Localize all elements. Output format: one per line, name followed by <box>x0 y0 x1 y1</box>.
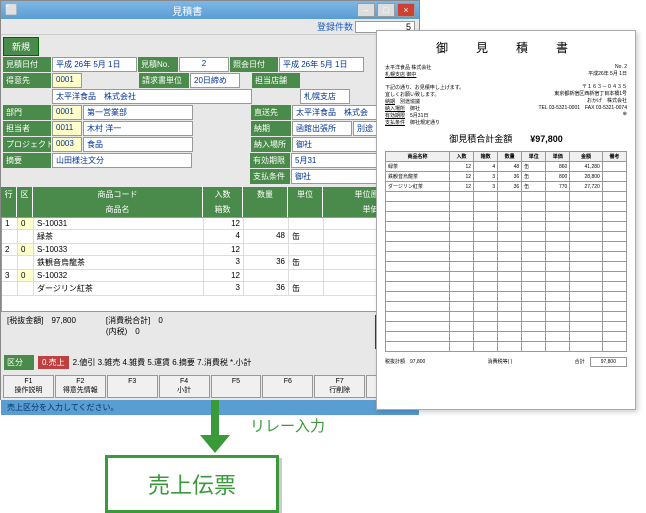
doc-intro2: 宜しくお願い致します。 <box>385 91 464 98</box>
titlebar: ⬜ 見積書 – □ × <box>1 1 419 19</box>
delivery-loc-field: 御社 <box>292 137 380 152</box>
fkey-F6[interactable]: F6 <box>262 375 313 398</box>
doc-dest: 札幌支店 <box>385 72 405 78</box>
grid-row-sub[interactable]: 緑茶 4 48 缶 860 <box>2 230 418 244</box>
kubun-label: 区分 <box>4 355 34 370</box>
person-name-field: 木村 洋一 <box>83 121 193 136</box>
pay-label: 支払条件 <box>250 169 290 184</box>
kubun-row: 区分 0.売上 2.値引 3.雑売 4.雑費 5.運賃 6.摘要 7.消費税 *… <box>1 352 419 373</box>
delivery-loc-label: 納入場所 <box>251 137 291 152</box>
est-date-field[interactable]: 平成 26年 5月 1日 <box>52 57 137 72</box>
direct-name-field: 太平洋食品 株式会 <box>292 105 382 120</box>
new-button[interactable]: 新規 <box>3 37 39 56</box>
gh-q1: 入数 <box>203 187 243 202</box>
doc-intro1: 下記の通り、お見積申し上げます。 <box>385 84 464 91</box>
kubun-options: 2.値引 3.雑売 4.雑費 5.運賃 6.摘要 7.消費税 *.小計 <box>73 357 252 368</box>
gh-qty: 数量 <box>243 187 288 217</box>
fkey-F7[interactable]: F7行削除 <box>314 375 365 398</box>
gh-row: 行 <box>1 187 17 217</box>
deliver-store-field: 函館出張所 <box>292 121 352 136</box>
window-title: 見積書 <box>17 3 357 18</box>
fkey-bar: F1操作説明F2得意先情報F3F4小計F5F6F7行削除F8行挿入 <box>1 373 419 400</box>
grid-row[interactable]: 2 0 S-10033 12 <box>2 244 418 256</box>
form-area: 新規 見積日付 平成 26年 5月 1日 見積No. 2 照会日付 平成 26年… <box>1 35 419 187</box>
uchi-value: 0 <box>135 327 139 336</box>
doc-table: 商品名称入数箱数 数量単位単価 金額備考 緑茶12448缶86041,280鉄観… <box>385 151 627 352</box>
inq-date-field[interactable]: 平成 26年 5月 1日 <box>279 57 364 72</box>
gh-q2: 箱数 <box>203 202 243 217</box>
inq-date-label: 照会日付 <box>230 57 278 72</box>
est-no-field[interactable]: 2 <box>179 57 229 72</box>
proj-name-field: 食品 <box>83 137 193 152</box>
summary-field[interactable]: 山田様注文分 <box>52 153 192 168</box>
deliver-label: 納期 <box>251 121 291 136</box>
grid-row[interactable]: 3 0 S-10032 12 <box>2 270 418 282</box>
relay-label: リレー入力 <box>250 415 325 436</box>
resp-store-field: 札幌支店 <box>300 89 350 104</box>
cust-label: 得意先 <box>3 73 51 88</box>
dept-label: 部門 <box>3 105 51 120</box>
doc-total-label: 御見積合計金額 <box>449 134 512 144</box>
app-icon: ⬜ <box>5 5 17 16</box>
toolbar: 登録件数 5 <box>1 19 419 35</box>
document-preview: 御 見 積 書 太平洋食品 株式会社 札幌支店 御中 下記の通り、お見積申し上げ… <box>376 30 636 410</box>
grid-row[interactable]: 1 0 S-10031 12 <box>2 218 418 230</box>
pay-field: 御社 <box>291 169 379 184</box>
minimize-icon[interactable]: – <box>357 3 375 17</box>
fkey-F4[interactable]: F4小計 <box>159 375 210 398</box>
estimate-window: ⬜ 見積書 – □ × 登録件数 5 新規 見積日付 平成 26年 5月 1日 … <box>0 0 420 400</box>
gh-unit: 単位 <box>288 187 323 217</box>
req-unit-field: 20日締め <box>190 73 240 88</box>
gh-name: 商品名 <box>33 202 203 217</box>
person-label: 担当者 <box>3 121 51 136</box>
dept-name-field: 第一営業部 <box>83 105 193 120</box>
zeinuki-value: 97,800 <box>51 316 75 325</box>
fkey-F2[interactable]: F2得意先情報 <box>55 375 106 398</box>
fkey-F3[interactable]: F3 <box>107 375 158 398</box>
cust-code-field[interactable]: 0001 <box>52 73 82 88</box>
proj-code-field[interactable]: 0003 <box>52 137 82 152</box>
close-icon[interactable]: × <box>397 3 415 17</box>
gh-kubun: 区 <box>17 187 33 217</box>
sales-slip-box: 売上伝票 <box>105 455 279 513</box>
proj-label: プロジェクト <box>3 137 51 152</box>
valid-field: 5月31 <box>291 153 379 168</box>
shohi-value: 0 <box>158 316 162 325</box>
shohi-label: [消費税合計] <box>106 316 150 325</box>
kubun-selected[interactable]: 0.売上 <box>38 356 69 369</box>
doc-total-value: ¥97,800 <box>530 134 563 144</box>
grid-header: 行 区 商品コード 商品名 入数 箱数 数量 単位 単位原価 単価 <box>1 187 419 217</box>
grid-row-sub[interactable]: ダージリン紅茶 3 36 缶 770 <box>2 282 418 296</box>
est-date-label: 見積日付 <box>3 57 51 72</box>
gh-code: 商品コード <box>33 187 203 202</box>
direct-label: 直送先 <box>251 105 291 120</box>
totals-row: [税抜金額] 97,800 [消費税合計] 0 (内税) 0 [外税] 合計 <box>1 312 419 352</box>
dept-code-field[interactable]: 0001 <box>52 105 82 120</box>
cust-name-field: 太平洋食品 株式会社 <box>52 89 252 104</box>
doc-title: 御 見 積 書 <box>385 39 627 56</box>
maximize-icon[interactable]: □ <box>377 3 395 17</box>
grid-body[interactable]: 1 0 S-10031 12 緑茶 4 48 缶 860 2 0 S-10033… <box>1 217 419 312</box>
valid-label: 有効期限 <box>250 153 290 168</box>
zeinuki-label: [税抜金額] <box>7 316 43 325</box>
resp-store-label: 担当店舗 <box>252 73 300 88</box>
fkey-F5[interactable]: F5 <box>211 375 262 398</box>
arrow-icon <box>200 400 230 450</box>
reg-count-label: 登録件数 <box>317 20 353 33</box>
person-code-field[interactable]: 0011 <box>52 121 82 136</box>
fkey-F1[interactable]: F1操作説明 <box>3 375 54 398</box>
summary-label: 摘要 <box>3 153 51 168</box>
uchi-label: (内税) <box>106 327 127 336</box>
grid-row-sub[interactable]: 鉄観音烏龍茶 3 36 缶 800 <box>2 256 418 270</box>
est-no-label: 見積No. <box>138 57 178 72</box>
req-unit-label: 請求書単位 <box>139 73 189 88</box>
